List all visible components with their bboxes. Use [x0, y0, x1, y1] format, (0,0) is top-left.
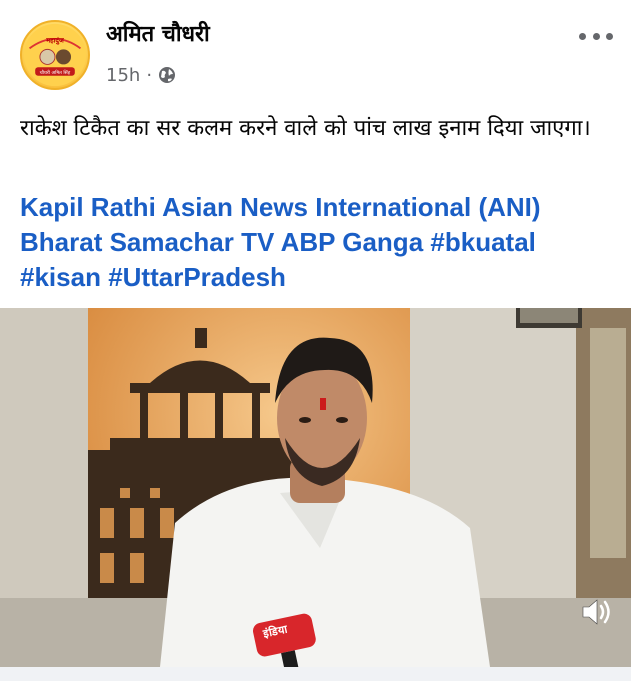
- post-divider: [0, 667, 631, 681]
- post-text: राकेश टिकैत का सर कलम करने वाले को पांच …: [20, 116, 591, 141]
- tag-link[interactable]: #UttarPradesh: [108, 262, 286, 292]
- tag-link[interactable]: #kisan: [20, 262, 101, 292]
- video-player[interactable]: इंडिया: [0, 308, 631, 667]
- tag-link[interactable]: ABP Ganga: [281, 227, 424, 257]
- tag-link[interactable]: #bkuatal: [430, 227, 536, 257]
- meta-separator: ·: [146, 64, 153, 86]
- tag-link[interactable]: Bharat Samachar TV: [20, 227, 274, 257]
- avatar-label-top: महादुंज: [45, 37, 65, 46]
- tag-link[interactable]: Kapil Rathi: [20, 192, 156, 222]
- post-tags: Kapil Rathi Asian News International (AN…: [20, 190, 610, 295]
- post-timestamp[interactable]: 15h: [106, 65, 140, 86]
- more-dot: [592, 32, 600, 40]
- avatar-image: महादुंज चौधरी अमित सिंह: [23, 23, 87, 87]
- author-name[interactable]: अमित चौधरी: [106, 20, 210, 50]
- post-meta: 15h ·: [106, 62, 176, 88]
- globe-icon[interactable]: [158, 66, 176, 84]
- video-frame: [0, 308, 631, 667]
- volume-icon[interactable]: [579, 595, 613, 629]
- more-dot: [579, 32, 586, 40]
- more-options-button[interactable]: [579, 24, 613, 48]
- facebook-post: महादुंज चौधरी अमित सिंह अमित चौधरी 15h ·…: [0, 0, 631, 681]
- tag-link[interactable]: Asian News International (ANI): [162, 192, 541, 222]
- more-dot: [606, 32, 613, 40]
- author-avatar[interactable]: महादुंज चौधरी अमित सिंह: [20, 20, 90, 90]
